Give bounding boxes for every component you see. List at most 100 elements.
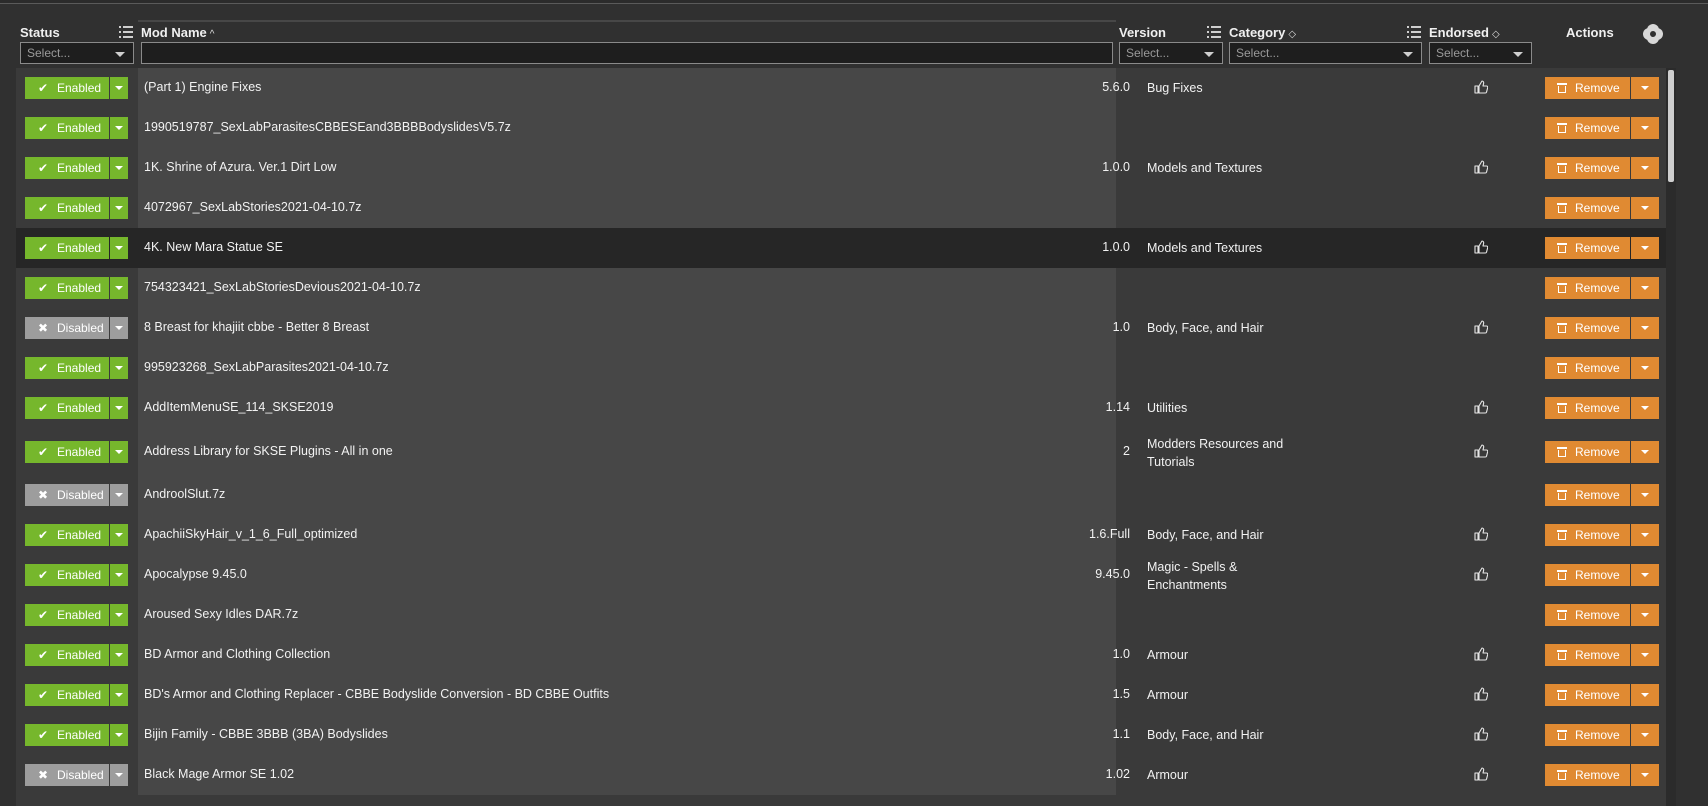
endorsed-column-header[interactable]: Endorsed ◇ Select... [1429,22,1532,68]
table-row[interactable]: ✔ Enabled Aroused Sexy Idles DAR.7z Remove [16,595,1666,635]
mod-name[interactable]: 1990519787_SexLabParasitesCBBESEand3BBBB… [144,120,511,134]
thumbs-up-icon[interactable] [1474,80,1489,94]
status-toggle-button[interactable]: ✔ Enabled [25,237,109,259]
table-row[interactable]: ✖ Disabled AndroolSlut.7z Remove [16,475,1666,515]
table-row[interactable]: ✔ Enabled BD's Armor and Clothing Replacer… [16,675,1666,715]
status-filter-select[interactable]: Select... [20,42,134,64]
remove-button[interactable]: Remove [1545,77,1630,99]
table-row[interactable]: ✔ Enabled BD Armor and Clothing Collection… [16,635,1666,675]
table-row[interactable]: ✖ Disabled Black Mage Armor SE 1.02 1.02 Arm… [16,755,1666,795]
status-dropdown-button[interactable] [110,317,128,339]
remove-button[interactable]: Remove [1545,237,1630,259]
status-dropdown-button[interactable] [110,117,128,139]
actions-dropdown-button[interactable] [1631,77,1659,99]
status-dropdown-button[interactable] [110,604,128,626]
status-toggle-button[interactable]: ✖ Disabled [25,484,109,506]
status-toggle-button[interactable]: ✔ Enabled [25,277,109,299]
mod-name[interactable]: BD's Armor and Clothing Replacer - CBBE … [144,687,609,701]
mod-name[interactable]: AndroolSlut.7z [144,487,225,501]
status-dropdown-button[interactable] [110,277,128,299]
sort-unsorted-icon[interactable]: ◇ [1288,29,1296,40]
status-dropdown-button[interactable] [110,644,128,666]
status-dropdown-button[interactable] [110,484,128,506]
remove-button[interactable]: Remove [1545,157,1630,179]
actions-dropdown-button[interactable] [1631,277,1659,299]
thumbs-up-icon[interactable] [1474,400,1489,414]
sort-ascending-icon[interactable]: ^ [210,29,215,40]
status-toggle-button[interactable]: ✔ Enabled [25,117,109,139]
table-row[interactable]: ✔ Enabled Address Library for SKSE Plugins… [16,428,1666,475]
thumbs-up-icon[interactable] [1474,160,1489,174]
status-toggle-button[interactable]: ✔ Enabled [25,397,109,419]
table-row[interactable]: ✔ Enabled 1K. Shrine of Azura. Ver.1 Dirt … [16,148,1666,188]
actions-dropdown-button[interactable] [1631,441,1659,463]
mod-name[interactable]: Apocalypse 9.45.0 [144,567,247,581]
mod-name[interactable]: 754323421_SexLabStoriesDevious2021-04-10… [144,280,421,294]
mod-name[interactable]: Address Library for SKSE Plugins - All i… [144,444,393,458]
column-chooser-icon[interactable] [1207,26,1221,38]
status-dropdown-button[interactable] [110,764,128,786]
status-dropdown-button[interactable] [110,397,128,419]
remove-button[interactable]: Remove [1545,117,1630,139]
gear-icon[interactable] [1645,26,1661,42]
status-toggle-button[interactable]: ✔ Enabled [25,604,109,626]
table-row[interactable]: ✔ Enabled 4072967_SexLabStories2021-04-10.… [16,188,1666,228]
status-toggle-button[interactable]: ✖ Disabled [25,764,109,786]
status-dropdown-button[interactable] [110,684,128,706]
mod-name[interactable]: (Part 1) Engine Fixes [144,80,261,94]
status-dropdown-button[interactable] [110,524,128,546]
actions-dropdown-button[interactable] [1631,357,1659,379]
status-dropdown-button[interactable] [110,237,128,259]
table-row[interactable]: ✖ Disabled 8 Breast for khajiit cbbe - Bet… [16,308,1666,348]
status-dropdown-button[interactable] [110,724,128,746]
endorsed-filter-select[interactable]: Select... [1429,42,1532,64]
mod-name[interactable]: 995923268_SexLabParasites2021-04-10.7z [144,360,389,374]
category-filter-select[interactable]: Select... [1229,42,1422,64]
table-row[interactable]: ✔ Enabled Bijin Family - CBBE 3BBB (3BA) B… [16,715,1666,755]
status-toggle-button[interactable]: ✔ Enabled [25,644,109,666]
mod-name-filter-input[interactable] [141,42,1113,64]
actions-dropdown-button[interactable] [1631,564,1659,586]
column-chooser-icon[interactable] [119,26,133,38]
remove-button[interactable]: Remove [1545,524,1630,546]
thumbs-up-icon[interactable] [1474,240,1489,254]
status-toggle-button[interactable]: ✔ Enabled [25,564,109,586]
status-dropdown-button[interactable] [110,157,128,179]
remove-button[interactable]: Remove [1545,684,1630,706]
mod-name-column-header[interactable]: Mod Name ^ [141,22,1113,68]
status-toggle-button[interactable]: ✔ Enabled [25,197,109,219]
table-row[interactable]: ✔ Enabled (Part 1) Engine Fixes 5.6.0 Bug Fi… [16,68,1666,108]
actions-dropdown-button[interactable] [1631,644,1659,666]
column-chooser-icon[interactable] [1407,26,1421,38]
thumbs-up-icon[interactable] [1474,444,1489,458]
status-toggle-button[interactable]: ✔ Enabled [25,157,109,179]
mod-name[interactable]: Aroused Sexy Idles DAR.7z [144,607,298,621]
status-toggle-button[interactable]: ✔ Enabled [25,724,109,746]
status-toggle-button[interactable]: ✔ Enabled [25,357,109,379]
actions-dropdown-button[interactable] [1631,397,1659,419]
status-dropdown-button[interactable] [110,197,128,219]
mod-name[interactable]: 4K. New Mara Statue SE [144,240,283,254]
status-dropdown-button[interactable] [110,357,128,379]
remove-button[interactable]: Remove [1545,197,1630,219]
actions-dropdown-button[interactable] [1631,484,1659,506]
mod-name[interactable]: Bijin Family - CBBE 3BBB (3BA) Bodyslide… [144,727,388,741]
actions-dropdown-button[interactable] [1631,604,1659,626]
version-filter-select[interactable]: Select... [1119,42,1223,64]
actions-dropdown-button[interactable] [1631,764,1659,786]
table-row[interactable]: ✔ Enabled 4K. New Mara Statue SE 1.0.0 Model… [16,228,1666,268]
status-toggle-button[interactable]: ✔ Enabled [25,441,109,463]
mod-name[interactable]: Black Mage Armor SE 1.02 [144,767,294,781]
version-column-header[interactable]: Version Select... [1119,22,1223,68]
mod-name[interactable]: BD Armor and Clothing Collection [144,647,330,661]
table-row[interactable]: ✔ Enabled 1990519787_SexLabParasitesCBBESE… [16,108,1666,148]
thumbs-up-icon[interactable] [1474,567,1489,581]
table-row[interactable]: ✔ Enabled AddItemMenuSE_114_SKSE2019 1.14 Ut… [16,388,1666,428]
status-dropdown-button[interactable] [110,77,128,99]
actions-dropdown-button[interactable] [1631,724,1659,746]
remove-button[interactable]: Remove [1545,441,1630,463]
remove-button[interactable]: Remove [1545,397,1630,419]
status-toggle-button[interactable]: ✔ Enabled [25,684,109,706]
actions-dropdown-button[interactable] [1631,684,1659,706]
status-dropdown-button[interactable] [110,441,128,463]
